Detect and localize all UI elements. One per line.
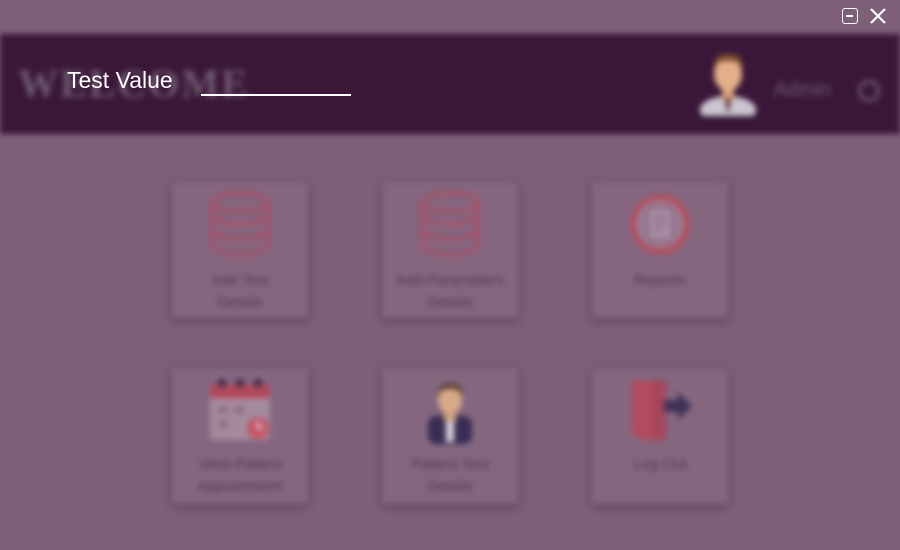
tile-label: Log Out <box>633 456 687 473</box>
logout-icon <box>632 380 692 440</box>
patient-test-details-tile[interactable]: Patient Test Details <box>382 368 518 504</box>
view-patient-appointment-tile[interactable]: View Patient Appointment <box>172 368 308 504</box>
settings-gear-icon[interactable] <box>858 80 880 102</box>
add-parameters-details-tile[interactable]: Add Parameters Details <box>382 182 518 318</box>
test-value-input-underline[interactable] <box>201 94 351 96</box>
admin-name[interactable]: Admin <box>774 79 831 102</box>
tile-label: View Patient Appointment <box>197 456 283 495</box>
database-icon <box>210 191 270 257</box>
admin-avatar <box>700 53 756 116</box>
calendar-icon <box>210 379 270 440</box>
test-value-label: Test Value <box>67 67 173 93</box>
close-icon[interactable] <box>868 6 888 26</box>
patient-icon <box>428 383 472 444</box>
add-test-details-tile[interactable]: Add Test Details <box>172 182 308 318</box>
tile-label: Add Parameters Details <box>395 272 505 311</box>
reports-tile[interactable]: Reports <box>592 182 728 318</box>
database-icon <box>420 191 480 257</box>
minimize-icon[interactable] <box>842 8 858 24</box>
tile-label: Add Test Details <box>210 272 270 311</box>
tile-label: Patient Test Details <box>410 456 490 495</box>
report-icon <box>630 194 690 254</box>
log-out-tile[interactable]: Log Out <box>592 368 728 504</box>
tile-label: Reports <box>633 272 687 289</box>
